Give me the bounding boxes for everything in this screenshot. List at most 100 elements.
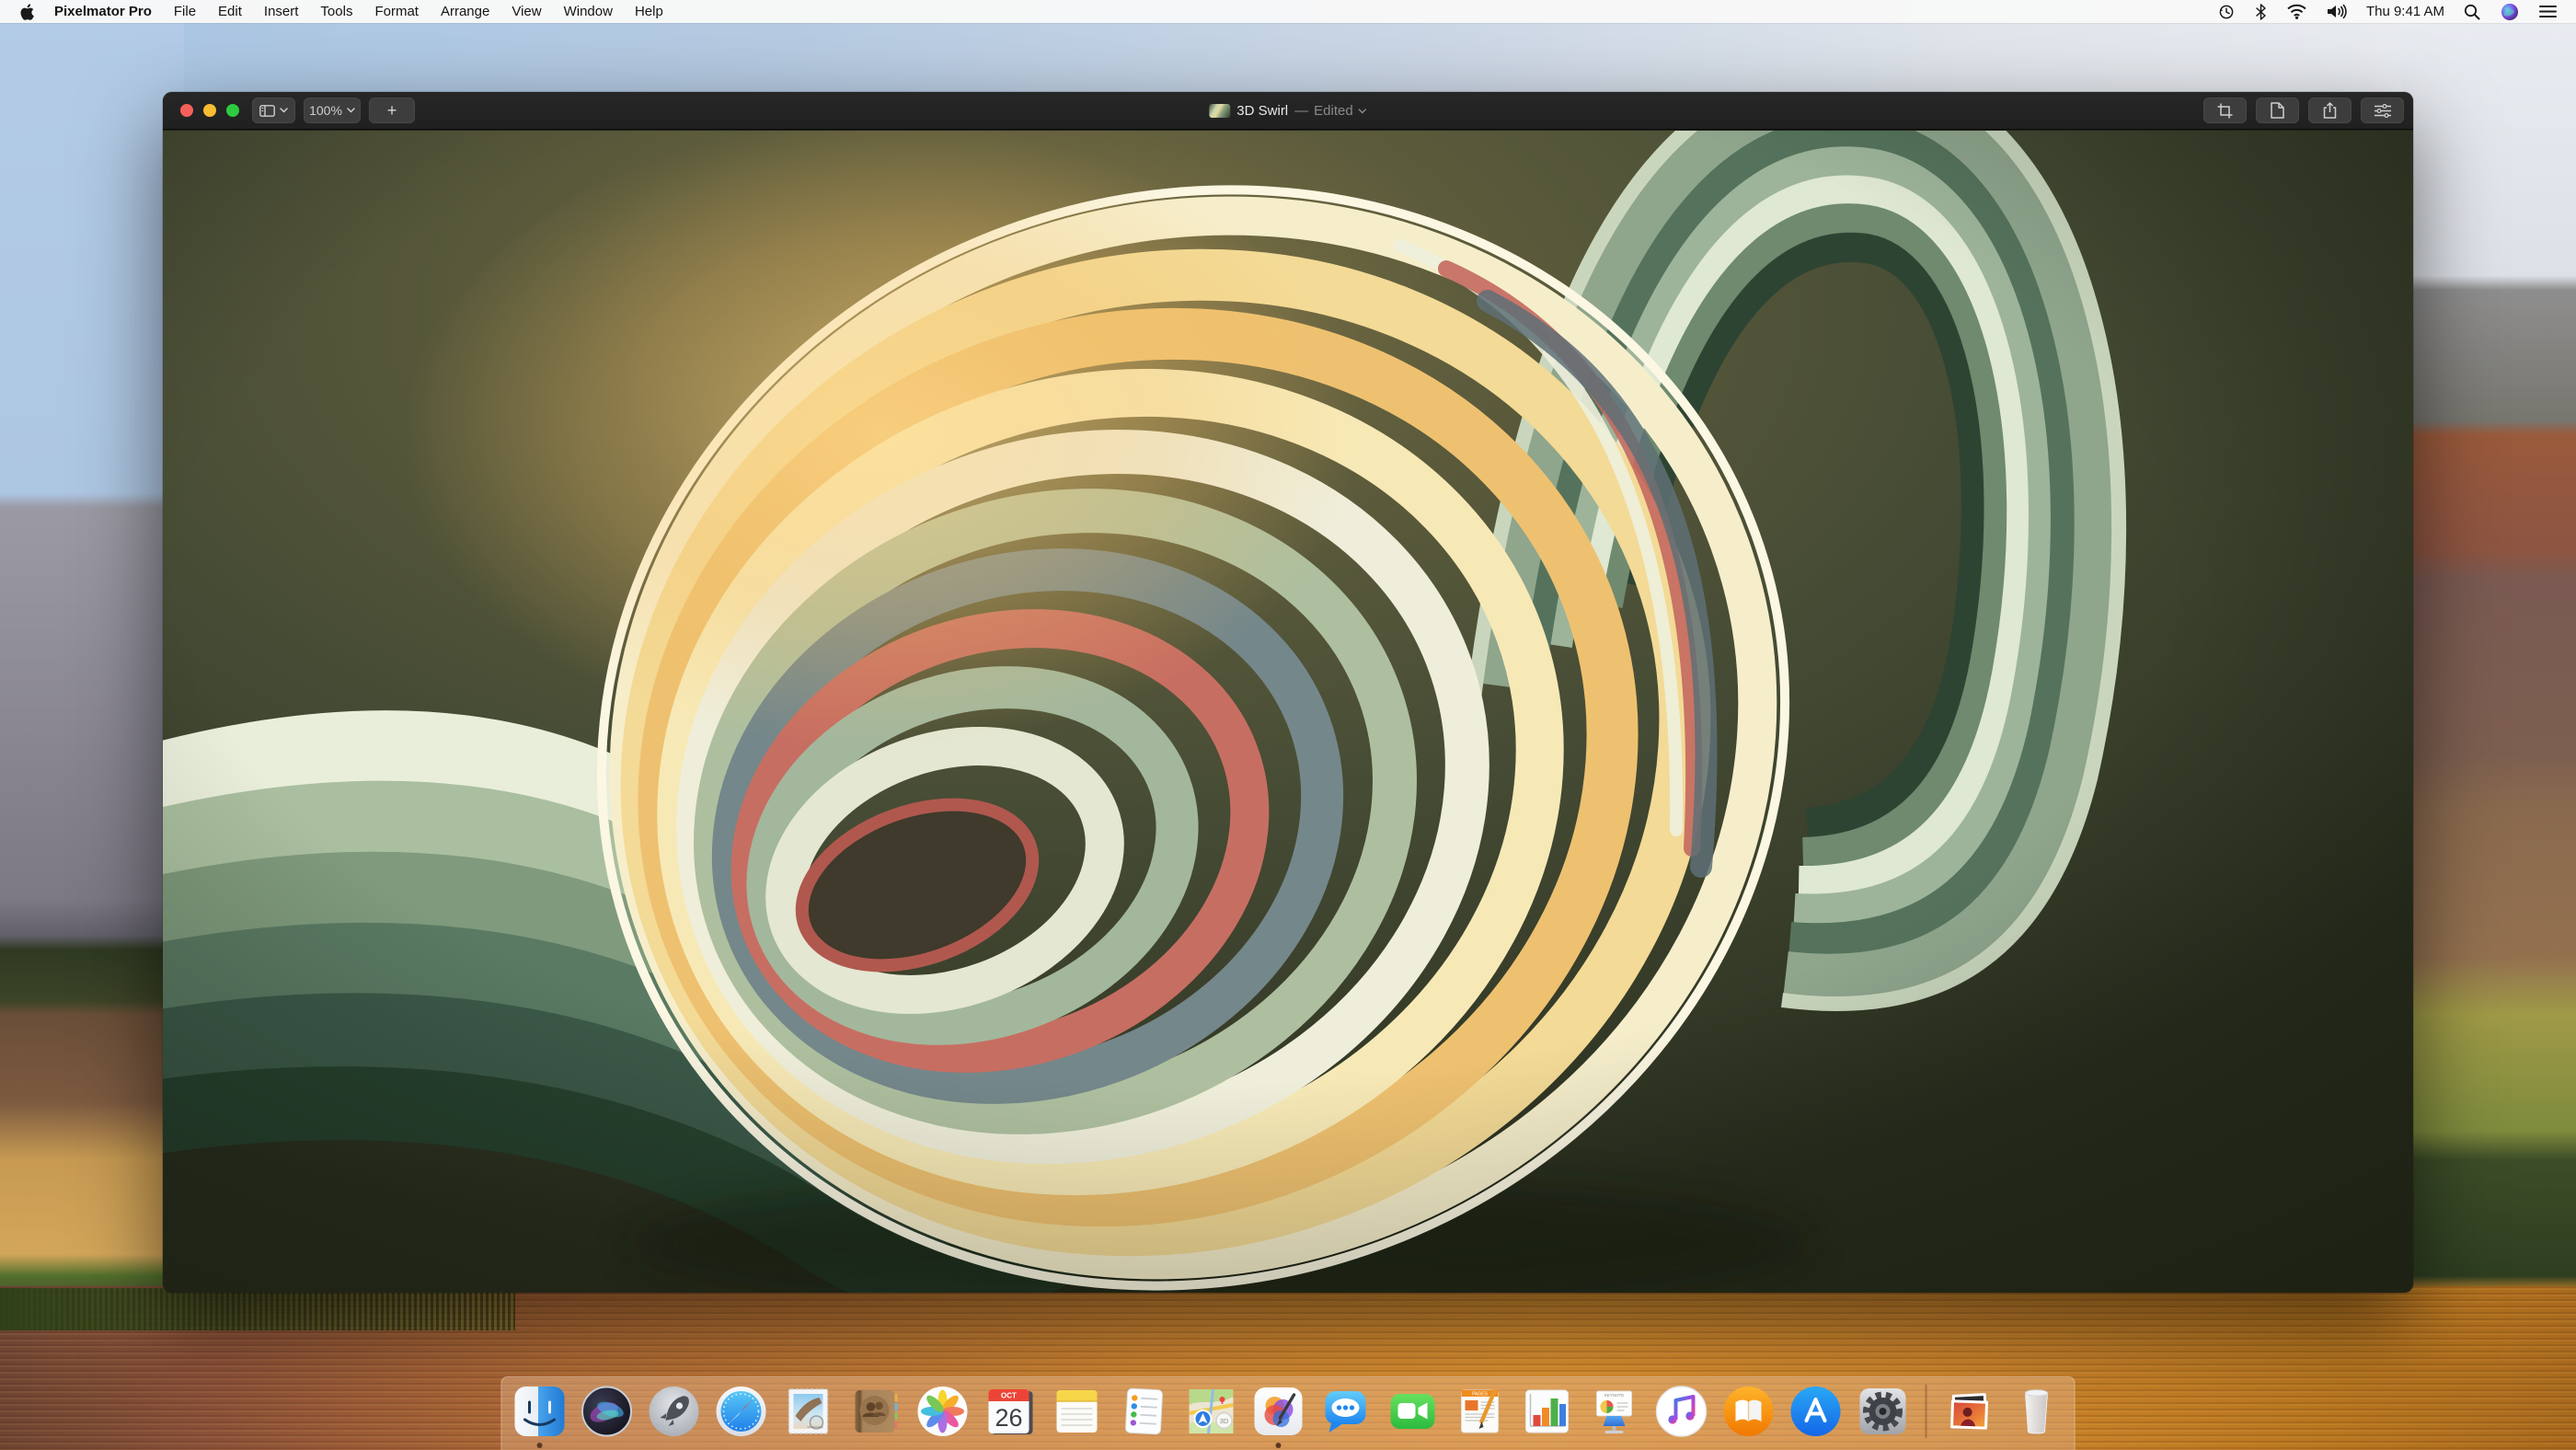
view-options-button[interactable] bbox=[252, 98, 295, 123]
dock-item-pixelmator-pro[interactable] bbox=[1252, 1385, 1305, 1438]
titlebar-tools bbox=[2194, 98, 2404, 123]
sliders-icon bbox=[2375, 104, 2391, 118]
running-indicator bbox=[1276, 1443, 1282, 1448]
dock-item-launchpad[interactable] bbox=[648, 1385, 701, 1438]
dock-item-safari[interactable] bbox=[715, 1385, 768, 1438]
dock-item-reminders[interactable] bbox=[1118, 1385, 1171, 1438]
desktop: Pixelmator Pro File Edit Insert Tools Fo… bbox=[0, 0, 2576, 1450]
dock-item-ibooks[interactable] bbox=[1722, 1385, 1776, 1438]
dock-item-messages[interactable] bbox=[1319, 1385, 1373, 1438]
canvas[interactable] bbox=[163, 131, 2413, 1293]
notes-icon bbox=[1051, 1385, 1104, 1438]
menu-bar-left: Pixelmator Pro File Edit Insert Tools Fo… bbox=[0, 0, 674, 23]
zoom-level-value: 100% bbox=[309, 103, 342, 118]
wifi-menu[interactable] bbox=[2277, 0, 2317, 23]
wallpaper-grass bbox=[0, 1288, 515, 1330]
dock-item-numbers[interactable] bbox=[1521, 1385, 1574, 1438]
crop-icon bbox=[2217, 103, 2233, 119]
photos-flower-icon bbox=[916, 1385, 970, 1438]
dock-item-photos[interactable] bbox=[916, 1385, 970, 1438]
finder-icon bbox=[513, 1385, 567, 1438]
siri-menu[interactable] bbox=[2490, 0, 2529, 23]
minimize-button[interactable] bbox=[203, 104, 216, 117]
dock-item-system-preferences[interactable] bbox=[1857, 1385, 1910, 1438]
apple-menu[interactable] bbox=[0, 0, 43, 23]
document-thumbnail bbox=[1209, 104, 1230, 118]
pixelmator-window: 100% + 3D Swirl — Edited bbox=[163, 92, 2413, 1293]
menu-insert[interactable]: Insert bbox=[253, 0, 310, 23]
share-button[interactable] bbox=[2308, 98, 2352, 123]
fullscreen-button[interactable] bbox=[226, 104, 239, 117]
dock-item-downloads-stack[interactable] bbox=[1943, 1385, 1996, 1438]
menu-window[interactable]: Window bbox=[553, 0, 624, 23]
calendar-month-label: OCT bbox=[1001, 1392, 1017, 1400]
dock: OCT 26 3D PAGES KEYNOTE bbox=[501, 1376, 2076, 1450]
maps-icon: 3D bbox=[1185, 1385, 1238, 1438]
dock-item-trash[interactable] bbox=[2010, 1385, 2064, 1438]
zoom-level-button[interactable]: 100% bbox=[304, 98, 361, 123]
add-button[interactable]: + bbox=[369, 98, 415, 123]
swirl-artwork bbox=[163, 131, 2413, 1293]
menu-tools[interactable]: Tools bbox=[309, 0, 363, 23]
contacts-book-icon bbox=[849, 1385, 903, 1438]
list-icon bbox=[2539, 5, 2557, 18]
document-status[interactable]: — Edited bbox=[1294, 103, 1367, 119]
volume-menu[interactable] bbox=[2317, 0, 2357, 23]
document-icon bbox=[2271, 102, 2284, 119]
adjustments-button[interactable] bbox=[2361, 98, 2404, 123]
dock-item-siri[interactable] bbox=[581, 1385, 634, 1438]
facetime-camera-icon bbox=[1386, 1385, 1440, 1438]
launchpad-rocket-icon bbox=[648, 1385, 701, 1438]
dock-item-facetime[interactable] bbox=[1386, 1385, 1440, 1438]
menu-arrange[interactable]: Arrange bbox=[430, 0, 500, 23]
dock-item-notes[interactable] bbox=[1051, 1385, 1104, 1438]
dock-item-pages[interactable]: PAGES bbox=[1454, 1385, 1507, 1438]
dock-item-finder[interactable] bbox=[513, 1385, 567, 1438]
traffic-lights bbox=[163, 104, 252, 117]
bluetooth-menu[interactable] bbox=[2245, 0, 2277, 23]
menu-clock[interactable]: Thu 9:41 AM bbox=[2357, 0, 2454, 23]
menu-bar-right: Thu 9:41 AM bbox=[2208, 0, 2576, 23]
dock-item-contacts[interactable] bbox=[849, 1385, 903, 1438]
system-preferences-gear-icon bbox=[1857, 1385, 1910, 1438]
window-titlebar[interactable]: 100% + 3D Swirl — Edited bbox=[163, 92, 2413, 130]
siri-icon bbox=[581, 1385, 634, 1438]
dock-item-itunes[interactable] bbox=[1655, 1385, 1708, 1438]
ibooks-icon bbox=[1722, 1385, 1776, 1438]
menu-edit[interactable]: Edit bbox=[207, 0, 253, 23]
new-document-button[interactable] bbox=[2256, 98, 2299, 123]
pages-banner-label: PAGES bbox=[1472, 1392, 1489, 1398]
pages-icon: PAGES bbox=[1454, 1385, 1507, 1438]
trash-icon bbox=[2010, 1385, 2064, 1438]
running-indicator bbox=[537, 1443, 543, 1448]
menu-app-name[interactable]: Pixelmator Pro bbox=[43, 0, 163, 23]
dock-item-mail[interactable] bbox=[782, 1385, 835, 1438]
safari-compass-icon bbox=[715, 1385, 768, 1438]
dock-item-app-store[interactable] bbox=[1789, 1385, 1843, 1438]
menu-format[interactable]: Format bbox=[363, 0, 430, 23]
apple-icon bbox=[20, 4, 34, 20]
menu-file[interactable]: File bbox=[163, 0, 207, 23]
mail-stamp-icon bbox=[782, 1385, 835, 1438]
spotlight-menu[interactable] bbox=[2454, 0, 2490, 23]
calendar-day-label: 26 bbox=[995, 1404, 1022, 1432]
document-title: 3D Swirl bbox=[1236, 103, 1288, 119]
chevron-down-icon bbox=[1359, 109, 1367, 114]
sidebar-icon bbox=[259, 105, 275, 117]
menu-view[interactable]: View bbox=[500, 0, 552, 23]
pixelmator-pro-icon bbox=[1252, 1385, 1305, 1438]
keynote-podium-icon: KEYNOTE bbox=[1588, 1385, 1641, 1438]
wallpaper-mountain-left bbox=[0, 0, 184, 1450]
dock-item-keynote[interactable]: KEYNOTE bbox=[1588, 1385, 1641, 1438]
crop-button[interactable] bbox=[2203, 98, 2247, 123]
dock-item-calendar[interactable]: OCT 26 bbox=[983, 1385, 1037, 1438]
notification-center-menu[interactable] bbox=[2529, 0, 2567, 23]
calendar-icon: OCT 26 bbox=[983, 1385, 1037, 1438]
maps-3d-badge: 3D bbox=[1220, 1417, 1229, 1425]
edited-label: Edited bbox=[1314, 103, 1353, 119]
title-separator: — bbox=[1294, 103, 1308, 119]
close-button[interactable] bbox=[180, 104, 193, 117]
time-machine-menu[interactable] bbox=[2208, 0, 2245, 23]
menu-help[interactable]: Help bbox=[624, 0, 674, 23]
dock-item-maps[interactable]: 3D bbox=[1185, 1385, 1238, 1438]
